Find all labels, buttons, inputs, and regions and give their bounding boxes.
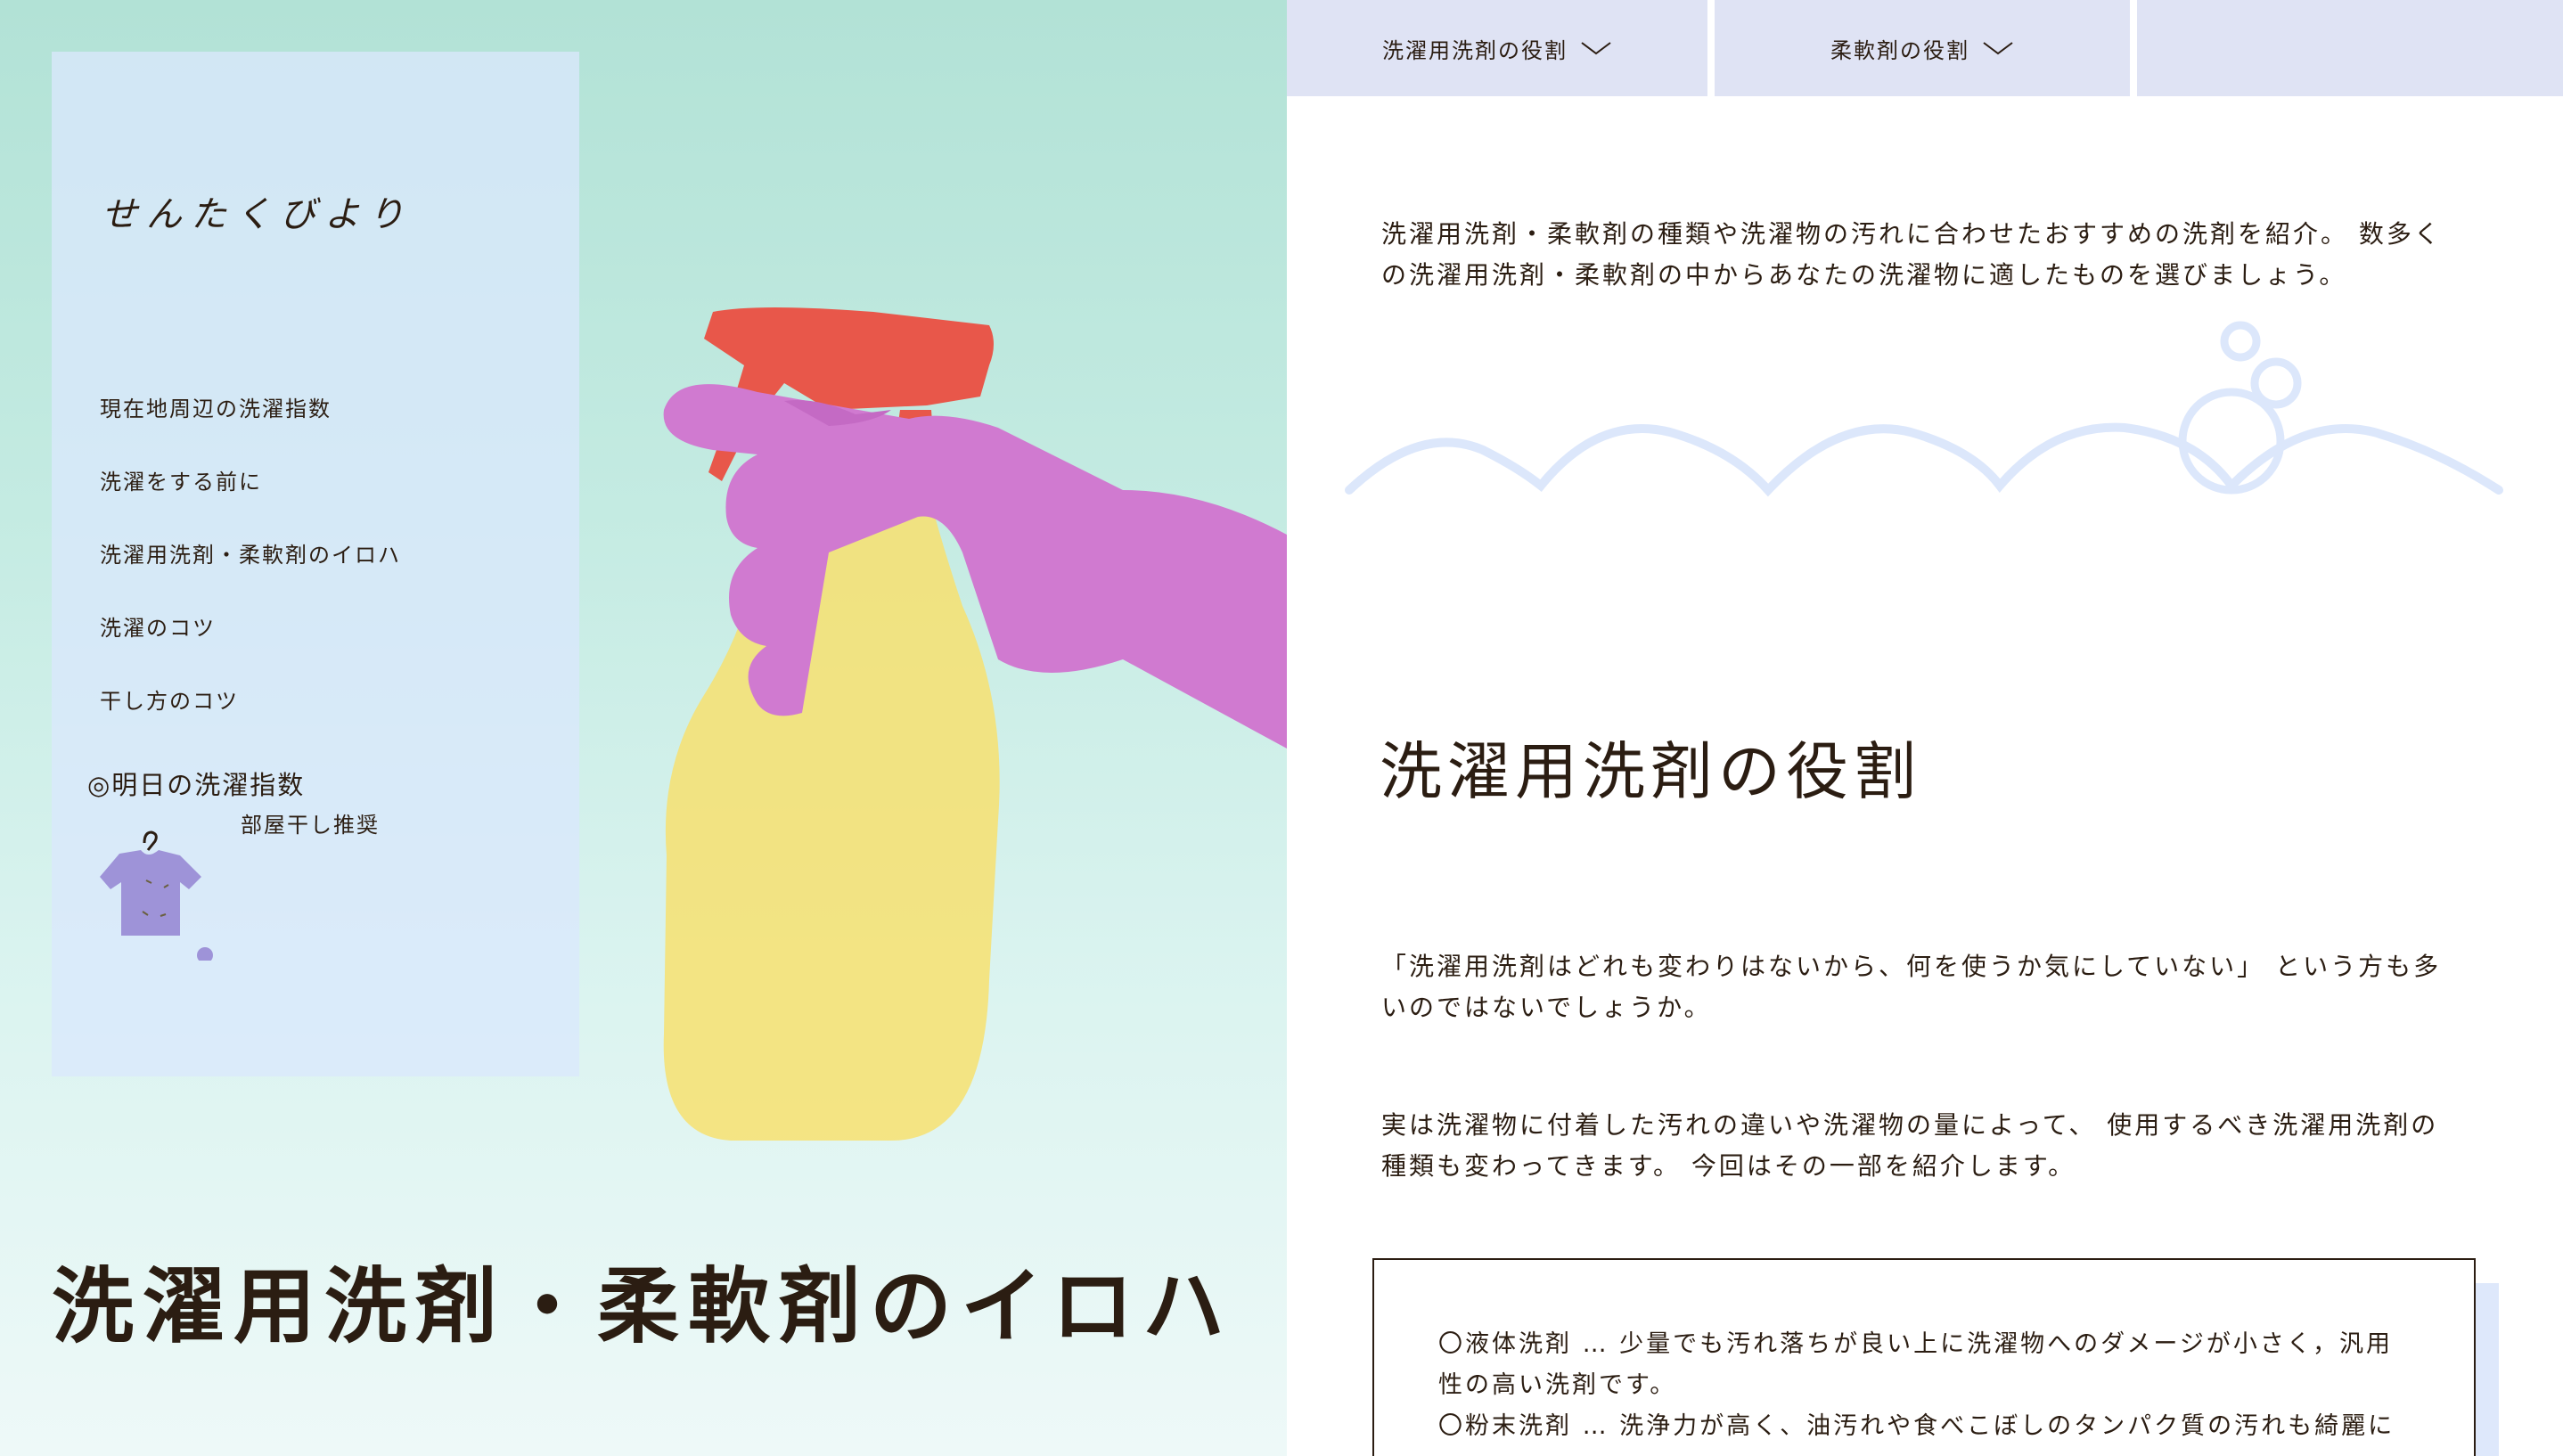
tab-bar: 洗濯用洗剤の役割 柔軟剤の役割 [1287, 0, 2563, 96]
paragraph-1: 「洗濯用洗剤はどれも変わりはないから、何を使うか気にしていない」 という方も多い… [1381, 952, 2442, 1022]
forecast-value: 部屋干し推奨 [241, 813, 380, 838]
tab-detergent-role[interactable]: 洗濯用洗剤の役割 [1287, 0, 1707, 96]
card-line-liquid: 〇液体洗剤 … 少量でも汚れ落ちが良い上に洗濯物へのダメージが小さく，汎用性の高… [1438, 1330, 2394, 1399]
tab-label: 柔軟剤の役割 [1830, 37, 1969, 63]
sidebar: せんたくびより 現在地周辺の洗濯指数 洗濯をする前に 洗濯用洗剤・柔軟剤のイロハ… [52, 52, 579, 1076]
tab-softener-role[interactable]: 柔軟剤の役割 [1715, 0, 2130, 96]
chevron-down-icon [1983, 42, 2013, 55]
nav-item-detergent-basics[interactable]: 洗濯用洗剤・柔軟剤のイロハ [100, 519, 401, 592]
site-logo[interactable]: せんたくびより [102, 185, 413, 237]
hero-title: 洗濯用洗剤・柔軟剤のイロハ [52, 1257, 1234, 1354]
paragraph-2: 実は洗濯物に付着した汚れの違いや洗濯物の量によって、 使用するべき洗濯用洗剤の種… [1381, 1110, 2439, 1181]
forecast-title: ◎明日の洗濯指数 [87, 770, 306, 800]
wave-bubbles-decoration [1340, 316, 2517, 512]
card-line-powder: 〇粉末洗剤 … 洗浄力が高く、油汚れや食べこぼしのタンパク質の汚れも綺麗に [1438, 1412, 2395, 1440]
sidebar-nav: 現在地周辺の洗濯指数 洗濯をする前に 洗濯用洗剤・柔軟剤のイロハ 洗濯のコツ 干… [100, 372, 401, 738]
spray-bottle-illustration [624, 285, 1287, 1158]
tab-third[interactable] [2137, 0, 2563, 96]
main-content: 洗濯用洗剤の役割 柔軟剤の役割 洗濯用洗剤・柔軟剤の種類や洗濯物の汚れに合わせた… [1287, 0, 2563, 1456]
tab-label: 洗濯用洗剤の役割 [1382, 37, 1568, 63]
nav-item-before-washing[interactable]: 洗濯をする前に [100, 446, 401, 519]
detergent-types-card: 〇液体洗剤 … 少量でも汚れ落ちが良い上に洗濯物へのダメージが小さく，汎用性の高… [1372, 1258, 2476, 1456]
nav-item-washing-tips[interactable]: 洗濯のコツ [100, 592, 401, 665]
nav-item-drying-tips[interactable]: 干し方のコツ [100, 665, 401, 738]
chevron-down-icon [1581, 42, 1611, 55]
section-title: 洗濯用洗剤の役割 [1380, 735, 1921, 808]
nav-item-local-index[interactable]: 現在地周辺の洗濯指数 [100, 372, 401, 446]
hero-section: せんたくびより 現在地周辺の洗濯指数 洗濯をする前に 洗濯用洗剤・柔軟剤のイロハ… [0, 0, 1287, 1456]
intro-text: 洗濯用洗剤・柔軟剤の種類や洗濯物の汚れに合わせたおすすめの洗剤を紹介。 数多くの… [1381, 219, 2442, 290]
tshirt-hanger-icon [84, 827, 217, 963]
